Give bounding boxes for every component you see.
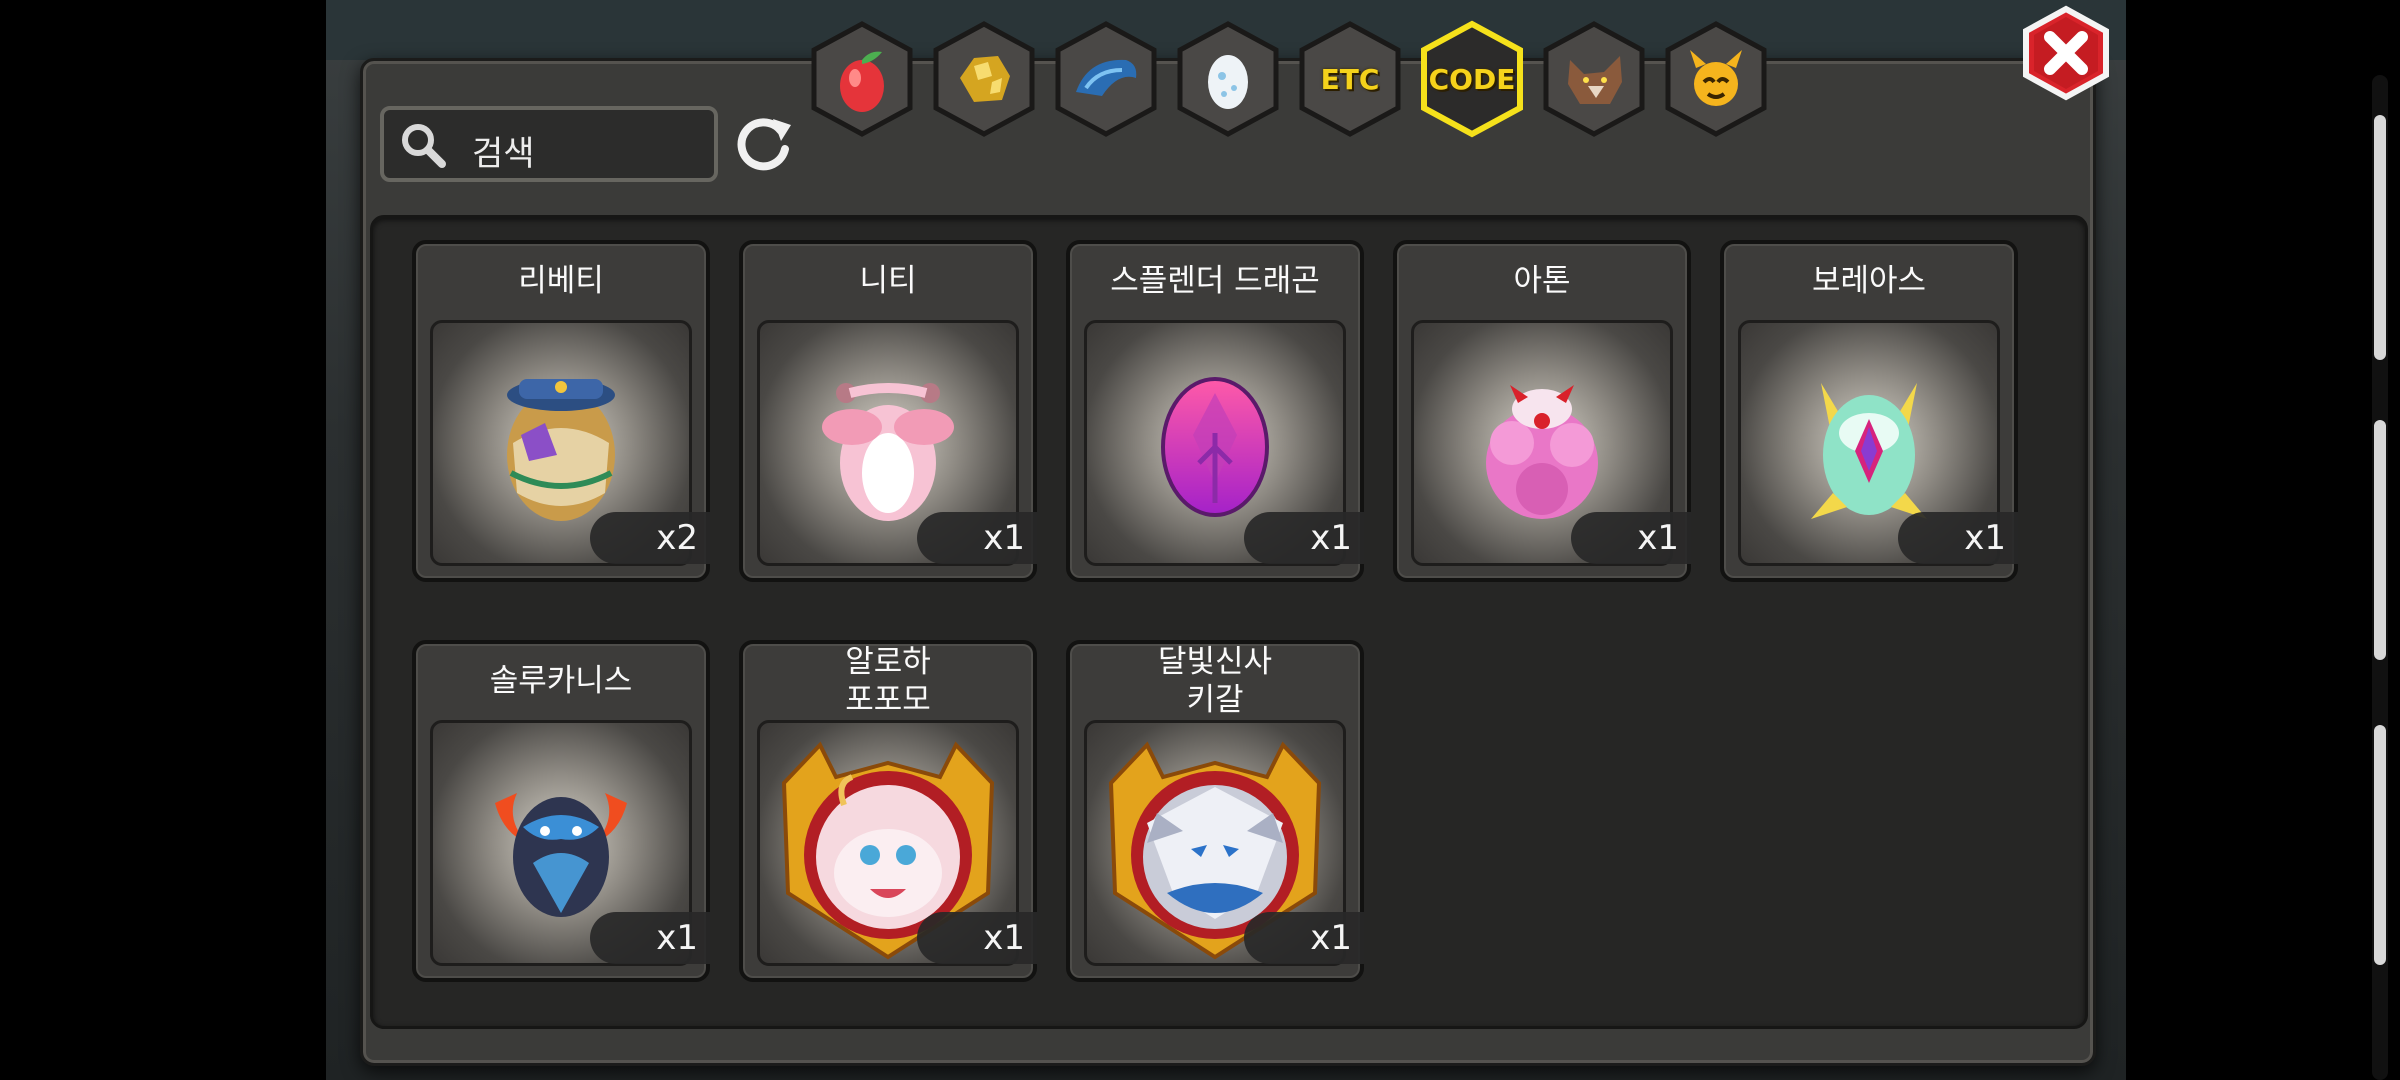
item-name: 아톤 (1513, 263, 1571, 299)
tab-beast[interactable] (1540, 20, 1648, 138)
item-quantity: x1 (1244, 512, 1364, 564)
tab-egg[interactable] (1174, 20, 1282, 138)
item-name: 니티 (859, 263, 917, 299)
tab-code[interactable]: CODE (1418, 20, 1526, 138)
item-name: 보레아스 (1811, 263, 1927, 299)
item-quantity: x1 (1571, 512, 1691, 564)
code-icon: CODE (1428, 62, 1516, 96)
tab-etc[interactable]: ETC (1296, 20, 1404, 138)
item-card[interactable]: 니티 x1 (739, 240, 1037, 582)
search-icon (402, 124, 446, 168)
item-name: 스플렌더 드래곤 (1110, 263, 1320, 299)
item-card[interactable]: 보레아스 x1 (1720, 240, 2018, 582)
refresh-icon[interactable] (733, 113, 795, 175)
scrollbar-thumb[interactable] (2374, 420, 2386, 660)
tab-scale[interactable] (1052, 20, 1160, 138)
item-quantity: x1 (1244, 912, 1364, 964)
scrollbar-thumb[interactable] (2374, 725, 2386, 965)
item-card[interactable]: 솔루카니스 x1 (412, 640, 710, 982)
item-name: 달빛신사 키갈 (1157, 644, 1273, 718)
item-quantity: x1 (917, 912, 1037, 964)
item-card[interactable]: 아톤 x1 (1393, 240, 1691, 582)
item-name: 솔루카니스 (489, 663, 633, 699)
search-input[interactable]: 검색 (380, 106, 718, 182)
item-card[interactable]: 스플렌더 드래곤 x1 (1066, 240, 1364, 582)
item-card[interactable]: 알로하 포포모 x1 (739, 640, 1037, 982)
item-quantity: x2 (590, 512, 710, 564)
item-name: 알로하 포포모 (845, 644, 931, 718)
item-card[interactable]: 달빛신사 키갈 x1 (1066, 640, 1364, 982)
item-quantity: x1 (1898, 512, 2018, 564)
tab-demon[interactable] (1662, 20, 1770, 138)
tab-fruit[interactable] (808, 20, 916, 138)
item-quantity: x1 (590, 912, 710, 964)
search-placeholder: 검색 (472, 134, 535, 174)
tab-gold[interactable] (930, 20, 1038, 138)
item-name: 리베티 (518, 263, 604, 299)
item-card[interactable]: 리베티 x2 (412, 240, 710, 582)
etc-icon: ETC (1320, 62, 1380, 96)
scrollbar-thumb[interactable] (2374, 115, 2386, 360)
close-icon[interactable] (2020, 5, 2112, 101)
egg-icon (1208, 55, 1248, 109)
item-quantity: x1 (917, 512, 1037, 564)
